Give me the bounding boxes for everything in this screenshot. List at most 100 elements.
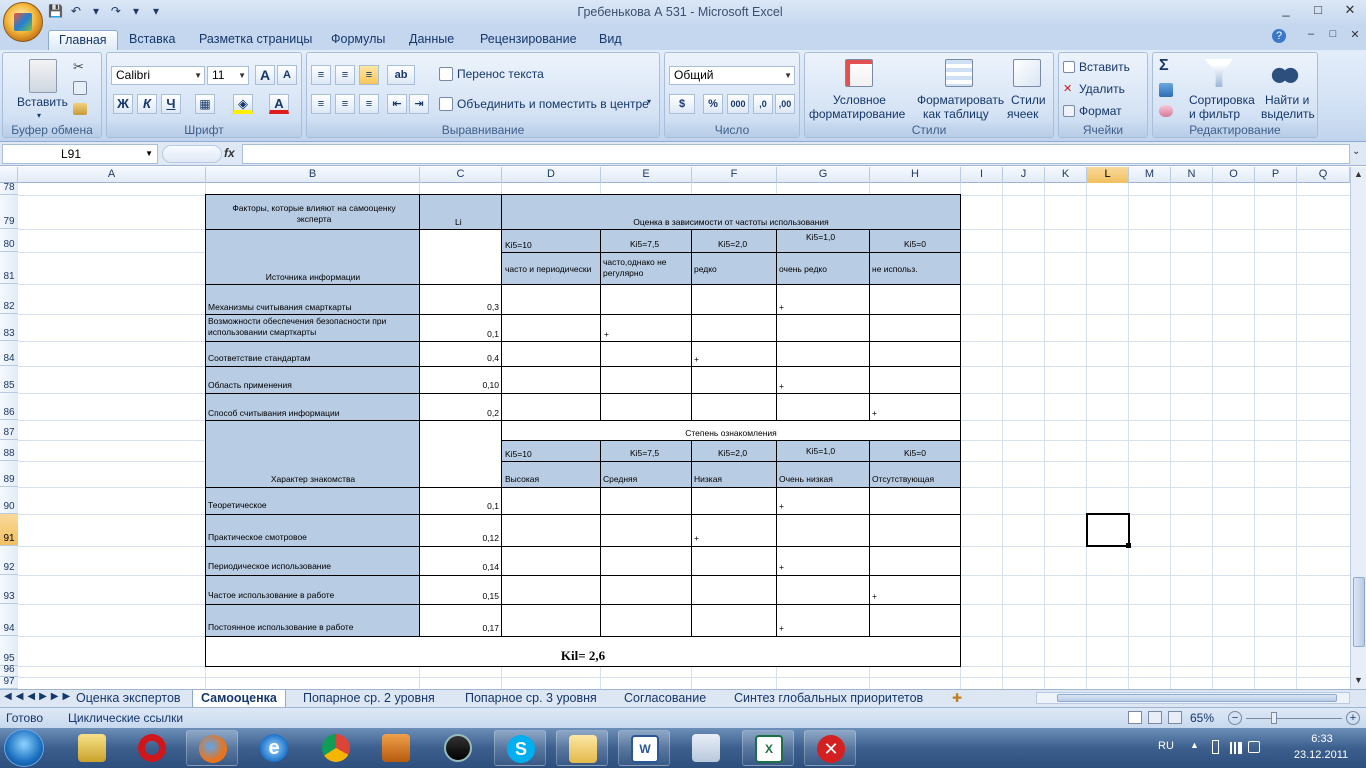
row-header-83[interactable]: 83 (0, 314, 18, 341)
tab-view[interactable]: Вид (589, 30, 632, 50)
sheet-tab-agreement[interactable]: Согласование (616, 690, 714, 708)
column-header-d[interactable]: D (502, 167, 601, 183)
column-header-e[interactable]: E (601, 167, 692, 183)
horizontal-scrollbar[interactable] (1036, 692, 1350, 704)
doc-close-button[interactable]: ✕ (1344, 28, 1366, 43)
selected-cell-l91[interactable] (1086, 513, 1130, 547)
row-header-87[interactable]: 87 (0, 420, 18, 440)
sheet-tab-synthesis[interactable]: Синтез глобальных приоритетов (726, 690, 931, 708)
paste-icon[interactable] (29, 59, 57, 93)
zoom-out-button[interactable]: − (1228, 711, 1242, 725)
row-header-78[interactable]: 78 (0, 182, 18, 195)
borders-button[interactable]: ▦ (195, 94, 215, 114)
sheet-tab-experts[interactable]: Оценка экспертов (68, 690, 189, 708)
taskbar-app-1[interactable] (66, 730, 118, 766)
zoom-slider-thumb[interactable] (1271, 712, 1277, 724)
sort-filter-line2[interactable]: и фильтр (1189, 107, 1240, 121)
row-header-79[interactable]: 79 (0, 195, 18, 229)
delete-cells-button[interactable]: Удалить (1079, 82, 1125, 96)
zoom-slider[interactable] (1246, 718, 1342, 719)
undo-dropdown-icon[interactable]: ▾ (89, 4, 103, 22)
start-button[interactable] (4, 729, 44, 767)
column-header-f[interactable]: F (692, 167, 777, 183)
vertical-scrollbar[interactable]: ▲ ▼ (1350, 167, 1366, 689)
taskbar-ie[interactable]: e (248, 730, 300, 766)
worksheet-grid[interactable]: Факторы, которые влияют на самооценку эк… (18, 183, 1350, 689)
name-box[interactable]: L91 ▼ (2, 144, 158, 164)
column-header-p[interactable]: P (1255, 167, 1297, 183)
insert-function-button[interactable]: fx (224, 146, 235, 160)
formula-input[interactable] (242, 144, 1350, 164)
page-layout-view-icon[interactable] (1148, 711, 1162, 724)
column-header-n[interactable]: N (1171, 167, 1213, 183)
row-header-94[interactable]: 94 (0, 604, 18, 636)
column-header-h[interactable]: H (870, 167, 961, 183)
clock-time[interactable]: 6:33 (1296, 733, 1348, 745)
copy-icon[interactable] (73, 81, 87, 95)
align-center-button[interactable]: ≡ (335, 94, 355, 114)
format-table-line2[interactable]: как таблицу (923, 107, 989, 121)
clear-icon[interactable] (1159, 105, 1173, 117)
thousands-button[interactable]: 000 (727, 94, 749, 114)
bold-button[interactable]: Ж (113, 94, 133, 114)
taskbar-firefox[interactable] (186, 730, 238, 766)
row-header-92[interactable]: 92 (0, 546, 18, 575)
taskbar-chrome[interactable] (310, 730, 362, 766)
taskbar-calculator[interactable] (680, 730, 732, 766)
expand-formula-bar-icon[interactable]: ⌄ (1352, 146, 1360, 157)
fill-color-button[interactable]: ◈ (233, 94, 253, 114)
signal-icon[interactable] (1228, 742, 1242, 754)
fill-icon[interactable] (1159, 83, 1173, 97)
grow-font-button[interactable]: A (255, 65, 275, 85)
sheet-tab-pairwise-2[interactable]: Попарное ср. 2 уровня (295, 690, 443, 708)
find-select-line1[interactable]: Найти и (1265, 93, 1309, 107)
conditional-format-line1[interactable]: Условное (833, 93, 886, 107)
decrease-decimal-button[interactable]: ,00 (775, 94, 795, 114)
zoom-in-button[interactable]: + (1346, 711, 1360, 725)
column-header-k[interactable]: K (1045, 167, 1087, 183)
autosum-icon[interactable]: Σ (1159, 57, 1169, 75)
underline-button[interactable]: Ч (161, 94, 181, 114)
find-select-line2[interactable]: выделить (1261, 107, 1315, 121)
shrink-font-button[interactable]: A (277, 65, 297, 85)
column-header-j[interactable]: J (1003, 167, 1045, 183)
increase-indent-button[interactable]: ⇥ (409, 94, 429, 114)
column-header-q[interactable]: Q (1297, 167, 1350, 183)
taskbar-app-error[interactable]: ✕ (804, 730, 856, 766)
sheet-nav-icons[interactable]: ◀◀◀▶▶▶ (4, 691, 74, 702)
save-icon[interactable]: 💾 (48, 4, 63, 22)
status-circular-refs[interactable]: Циклические ссылки (68, 711, 183, 725)
increase-decimal-button[interactable]: ,0 (753, 94, 773, 114)
format-painter-icon[interactable] (73, 103, 87, 115)
font-name-combo[interactable]: Calibri ▼ (111, 66, 205, 85)
decrease-indent-button[interactable]: ⇤ (387, 94, 407, 114)
insert-sheet-icon[interactable]: ✚ (952, 691, 962, 705)
row-header-84[interactable]: 84 (0, 341, 18, 366)
font-color-button[interactable]: A (269, 94, 289, 114)
wrap-text-button[interactable]: Перенос текста (457, 67, 544, 81)
column-header-l[interactable]: L (1087, 167, 1129, 183)
page-break-view-icon[interactable] (1168, 711, 1182, 724)
column-header-b[interactable]: B (206, 167, 420, 183)
taskbar-excel[interactable]: X (742, 730, 794, 766)
select-all-corner[interactable] (0, 167, 18, 183)
column-header-o[interactable]: O (1213, 167, 1255, 183)
tab-data[interactable]: Данные (399, 30, 464, 50)
sheet-tab-pairwise-3[interactable]: Попарное ср. 3 уровня (457, 690, 605, 708)
fill-handle[interactable] (1126, 543, 1131, 548)
column-header-m[interactable]: M (1129, 167, 1171, 183)
tab-review[interactable]: Рецензирование (470, 30, 587, 50)
format-table-line1[interactable]: Форматировать (917, 93, 1004, 107)
redo-icon[interactable]: ↷ (109, 4, 123, 22)
row-header-81[interactable]: 81 (0, 252, 18, 284)
row-header-89[interactable]: 89 (0, 461, 18, 487)
row-header-86[interactable]: 86 (0, 393, 18, 420)
column-header-g[interactable]: G (777, 167, 870, 183)
column-header-i[interactable]: I (961, 167, 1003, 183)
battery-icon[interactable] (1212, 740, 1219, 754)
conditional-format-line2[interactable]: форматирование (809, 107, 905, 121)
percent-button[interactable]: % (703, 94, 723, 114)
row-header-90[interactable]: 90 (0, 487, 18, 514)
align-bottom-button[interactable]: ≡ (359, 65, 379, 85)
undo-icon[interactable]: ↶ (69, 4, 83, 22)
